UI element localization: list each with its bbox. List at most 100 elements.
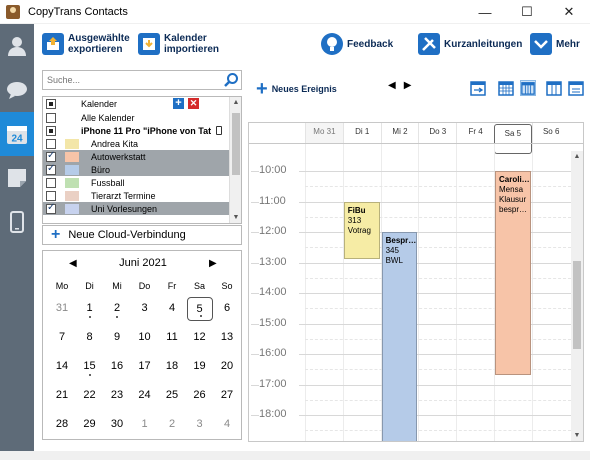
calendar-row[interactable]: iPhone 11 Pro "iPhone von Tat (43, 124, 229, 137)
calendar-list-scrollbar[interactable]: ▲ ▼ (229, 97, 241, 223)
day-cell[interactable]: 24 (132, 384, 158, 408)
next-week-icon[interactable]: ▶ (404, 80, 420, 91)
day-cell[interactable]: 23 (104, 384, 130, 408)
minimize-button[interactable]: — (464, 0, 506, 24)
scroll-thumb[interactable] (573, 261, 581, 349)
scroll-down-icon[interactable]: ▼ (230, 214, 241, 221)
calendar-row[interactable]: Andrea Kita (43, 137, 241, 150)
calendar-checkbox[interactable] (46, 202, 56, 214)
day-cell[interactable]: 21 (49, 384, 75, 408)
day-cell[interactable]: 14 (49, 355, 75, 379)
day-cell[interactable]: 17 (132, 355, 158, 379)
day-header[interactable]: So 6 (531, 123, 570, 143)
add-calendar-icon[interactable]: + (173, 98, 184, 109)
day-cell[interactable]: 2 (159, 413, 185, 437)
day-cell[interactable]: 4 (159, 297, 185, 321)
search-icon[interactable] (223, 72, 239, 88)
calendar-row[interactable]: Tierarzt Termine (43, 189, 241, 202)
calendar-checkbox[interactable] (46, 163, 56, 175)
day-number: 18 (165, 360, 179, 372)
calendar-row[interactable]: Autowerkstatt (43, 150, 241, 163)
selected-day[interactable]: 5 (186, 297, 213, 321)
feedback-button[interactable]: Feedback (321, 29, 393, 59)
export-selected-button[interactable]: Ausgewählte exportieren (42, 29, 130, 59)
messages-icon[interactable] (0, 68, 34, 112)
calendar-header-label: Kalender (81, 99, 118, 109)
contacts-icon[interactable] (0, 24, 34, 68)
day-cell[interactable]: 8 (77, 326, 103, 350)
calendar-icon[interactable]: 24 (0, 112, 34, 156)
calendar-row[interactable]: Alle Kalender (43, 111, 241, 124)
day-cell[interactable]: 15 (77, 355, 103, 379)
day-cell[interactable]: 12 (187, 326, 213, 350)
day-cell[interactable]: 3 (187, 413, 213, 437)
calendar-checkbox[interactable] (46, 150, 56, 162)
day-cell[interactable]: 20 (214, 355, 240, 379)
day-cell[interactable]: 11 (159, 326, 185, 350)
day-cell[interactable]: 1 (77, 297, 103, 321)
day-cell[interactable]: 16 (104, 355, 130, 379)
day-cell[interactable]: 25 (159, 384, 185, 408)
scroll-up-icon[interactable]: ▲ (230, 99, 241, 106)
view-workweek-icon[interactable] (546, 80, 562, 96)
new-event-button[interactable]: + Neues Ereignis (256, 79, 337, 99)
scroll-up-icon[interactable]: ▲ (571, 153, 583, 160)
prev-week-icon[interactable]: ◀ (388, 80, 404, 91)
phone-icon[interactable] (0, 200, 34, 244)
import-calendar-button[interactable]: Kalender importieren (138, 29, 219, 59)
day-header[interactable]: Mi 2 (380, 123, 419, 143)
select-all-checkbox[interactable] (46, 99, 56, 109)
calendar-event[interactable]: Bespr… 345 BWL (381, 232, 418, 441)
day-cell[interactable]: 2 (104, 297, 130, 321)
guides-button[interactable]: Kurzanleitungen (418, 29, 522, 59)
day-cell[interactable]: 3 (132, 297, 158, 321)
notes-icon[interactable] (0, 156, 34, 200)
scroll-thumb[interactable] (232, 113, 240, 175)
day-cell[interactable]: 31 (49, 297, 75, 321)
day-cell[interactable]: 10 (132, 326, 158, 350)
week-grid-scrollbar[interactable]: ▲ ▼ (571, 151, 583, 441)
day-cell[interactable]: 22 (77, 384, 103, 408)
close-button[interactable]: ✕ (548, 0, 590, 24)
delete-calendar-icon[interactable]: ✕ (188, 98, 199, 109)
day-header[interactable]: Fr 4 (456, 123, 494, 143)
search-field[interactable] (42, 70, 242, 90)
calendar-event[interactable]: FiBu 313 Votrag (343, 201, 380, 260)
day-cell[interactable]: 28 (49, 413, 75, 437)
day-cell[interactable]: 13 (214, 326, 240, 350)
view-day-icon[interactable] (568, 80, 584, 96)
calendar-row[interactable]: Büro (43, 163, 241, 176)
view-agenda-icon[interactable] (470, 80, 486, 96)
day-header-today[interactable]: Sa 5 (494, 124, 532, 154)
more-button[interactable]: Mehr (530, 29, 580, 59)
view-week-icon[interactable] (520, 80, 536, 96)
day-header[interactable]: Do 3 (418, 123, 456, 143)
next-month-icon[interactable]: ▶ (209, 258, 217, 269)
calendar-checkbox[interactable] (46, 125, 56, 136)
calendar-checkbox[interactable] (46, 112, 56, 123)
day-header[interactable]: Di 1 (342, 123, 381, 143)
day-header[interactable]: Mo 31 (305, 123, 343, 143)
calendar-checkbox[interactable] (46, 190, 56, 201)
view-month-icon[interactable] (498, 80, 514, 96)
day-cell[interactable]: 4 (214, 413, 240, 437)
maximize-button[interactable]: ☐ (506, 0, 548, 24)
search-input[interactable] (43, 71, 219, 89)
day-cell[interactable]: 19 (187, 355, 213, 379)
calendar-event[interactable]: Caroli… Mensa Klausur bespr… (495, 171, 531, 376)
scroll-down-icon[interactable]: ▼ (571, 432, 583, 439)
day-cell[interactable]: 26 (187, 384, 213, 408)
day-cell[interactable]: 27 (214, 384, 240, 408)
new-cloud-connection-button[interactable]: + Neue Cloud-Verbindung (42, 225, 242, 245)
calendar-checkbox[interactable] (46, 177, 56, 188)
day-cell[interactable]: 6 (214, 297, 240, 321)
day-cell[interactable]: 18 (159, 355, 185, 379)
calendar-row[interactable]: Uni Vorlesungen (43, 202, 241, 215)
calendar-row[interactable]: Fussball (43, 176, 241, 189)
day-cell[interactable]: 29 (77, 413, 103, 437)
day-cell[interactable]: 7 (49, 326, 75, 350)
day-cell[interactable]: 9 (104, 326, 130, 350)
day-cell[interactable]: 1 (132, 413, 158, 437)
calendar-checkbox[interactable] (46, 138, 56, 149)
day-cell[interactable]: 30 (104, 413, 130, 437)
